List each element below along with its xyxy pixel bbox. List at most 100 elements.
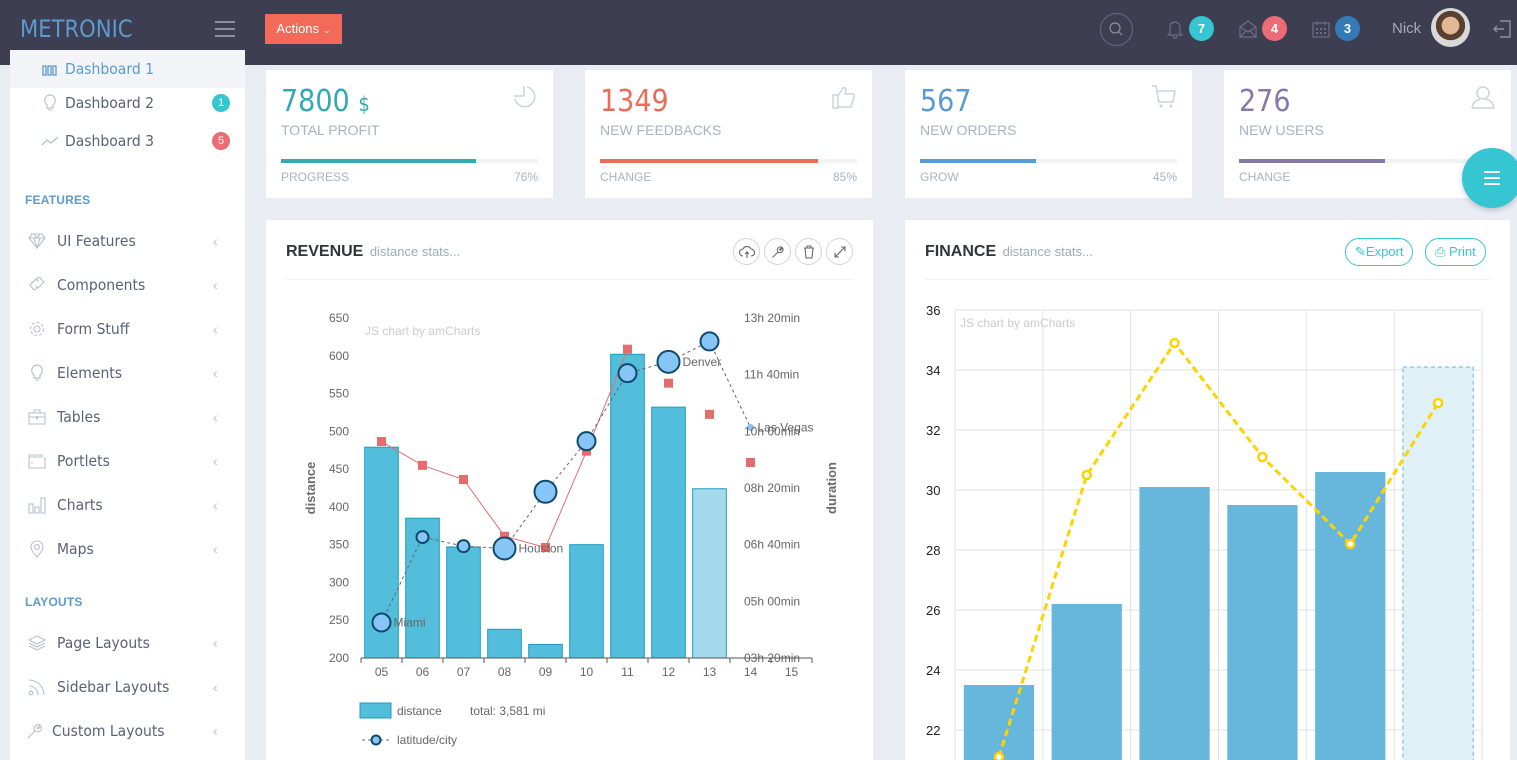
marker-duration[interactable] [459, 475, 468, 484]
search-button[interactable] [1100, 13, 1133, 46]
bar-distance[interactable] [651, 406, 686, 659]
stat-progress-bar [281, 159, 538, 163]
marker-duration[interactable] [377, 437, 386, 447]
sidebar-item-portlets[interactable]: Portlets ‹ [10, 442, 245, 480]
bar[interactable] [1315, 472, 1386, 760]
briefcase-icon [27, 407, 47, 427]
y2-tick-label: 11h 40min [744, 368, 799, 382]
quick-sidebar-toggle-button[interactable] [1462, 148, 1517, 208]
line-bullet[interactable] [1432, 397, 1444, 409]
bullet-city[interactable] [576, 431, 597, 452]
chevron-left-icon: ‹ [213, 723, 218, 739]
bar-distance[interactable] [446, 546, 481, 659]
x-tick-label: 12 [662, 665, 676, 679]
inbox-badge[interactable]: 4 [1262, 16, 1287, 41]
sidebar-item-components[interactable]: Components ‹ [10, 266, 245, 304]
sidebar-item-maps[interactable]: Maps ‹ [10, 530, 245, 568]
line-bullet[interactable] [1169, 337, 1180, 349]
sidebar-item-form-stuff[interactable]: Form Stuff ‹ [10, 310, 245, 348]
line-bullet[interactable] [1081, 469, 1092, 481]
sidebar-item-ui-features[interactable]: UI Features ‹ [10, 222, 245, 260]
sidebar-item-tables[interactable]: Tables ‹ [10, 398, 245, 436]
sidebar-item-dashboard-1[interactable]: Dashboard 1 [10, 50, 245, 88]
tasks-badge[interactable]: 3 [1335, 16, 1360, 41]
bullet-city[interactable] [456, 539, 471, 554]
stat-card-new-orders: 567 NEW ORDERS GROW 45% [905, 70, 1192, 198]
sidebar-item-custom-layouts[interactable]: Custom Layouts ‹ [10, 712, 245, 750]
bullet-city[interactable] [699, 331, 720, 352]
bar[interactable] [1227, 505, 1298, 760]
sidebar-item-label: Maps [57, 540, 94, 558]
legend-label-city[interactable]: latitude/city [397, 733, 457, 747]
bullet-city[interactable] [492, 536, 517, 561]
bar[interactable] [1051, 604, 1122, 760]
sidebar-item-label: Dashboard 2 [65, 94, 155, 112]
sidebar-item-label: Form Stuff [57, 320, 130, 338]
bar-distance[interactable] [692, 488, 727, 659]
bar[interactable] [963, 685, 1035, 760]
line-bullet[interactable] [993, 751, 1005, 760]
sidebar-item-sidebar-layouts[interactable]: Sidebar Layouts ‹ [10, 668, 245, 706]
stat-progress-fill [281, 159, 477, 163]
bar-distance[interactable] [610, 353, 645, 659]
bar-distance[interactable] [528, 643, 563, 659]
sidebar-toggle-button[interactable] [215, 21, 235, 37]
y-tick-label: 450 [329, 462, 349, 476]
bullet-city[interactable] [533, 479, 558, 504]
user-name[interactable]: Nick [1392, 20, 1421, 37]
logo[interactable]: METRONIC [20, 15, 133, 43]
bar-projected[interactable] [1402, 366, 1474, 760]
stat-caption: NEW FEEDBACKS [600, 122, 722, 138]
calendar-icon[interactable] [1312, 19, 1330, 39]
marker-duration[interactable] [664, 378, 673, 388]
stat-percent: 45% [1152, 170, 1177, 184]
finance-chart: JS chart by amCharts 22 24 26 28 30 32 34 36 [926, 303, 1483, 760]
sidebar-item-page-layouts[interactable]: Page Layouts ‹ [10, 624, 245, 662]
marker-duration[interactable] [418, 460, 427, 470]
line-bullet[interactable] [1257, 451, 1268, 463]
bullet-city[interactable] [656, 349, 681, 374]
sidebar-item-label: Portlets [57, 452, 110, 470]
bar-distance[interactable] [569, 544, 604, 659]
sidebar-item-dashboard-2[interactable]: Dashboard 2 1 [10, 84, 245, 122]
notifications-badge[interactable]: 7 [1189, 16, 1214, 41]
thumbs-up-icon [832, 86, 856, 109]
sidebar-item-charts[interactable]: Charts ‹ [10, 486, 245, 524]
finance-portlet: FINANCE distance stats... ✎Export ⎙ Prin… [905, 220, 1510, 760]
legend-swatch-distance [359, 702, 392, 719]
city-label: Miami [394, 615, 426, 629]
avatar[interactable] [1431, 8, 1470, 47]
bullet-city[interactable] [371, 612, 392, 633]
line-bullet[interactable] [1345, 538, 1356, 550]
bar[interactable] [1139, 487, 1210, 760]
sidebar-item-elements[interactable]: Elements ‹ [10, 354, 245, 392]
stat-value: 567 [920, 84, 972, 119]
y2-tick-label: 13h 20min [744, 311, 800, 325]
logout-icon[interactable] [1492, 19, 1512, 39]
y2-tick-label: 10h 00min [744, 424, 800, 438]
bell-icon[interactable] [1166, 19, 1184, 39]
bullet-city[interactable] [617, 363, 638, 384]
wallet-icon [27, 451, 47, 471]
marker-duration[interactable] [623, 344, 632, 354]
sidebar-badge: 5 [212, 132, 230, 150]
y-tick-label: 22 [926, 723, 940, 738]
marker-duration[interactable] [746, 458, 755, 467]
sidebar-badge: 1 [212, 94, 230, 112]
y2-tick-label: 06h 40min [744, 538, 800, 552]
chevron-left-icon: ‹ [213, 635, 218, 651]
marker-duration[interactable] [705, 409, 714, 419]
bullet-city[interactable] [415, 530, 430, 545]
legend-label-distance[interactable]: distance [397, 704, 442, 718]
y-tick-label: 24 [926, 663, 940, 678]
city-label: Houston [519, 541, 564, 555]
bar-distance[interactable] [487, 628, 522, 659]
actions-dropdown-button[interactable]: Actions ⌄ [265, 14, 342, 44]
y-tick-label: 550 [329, 387, 349, 401]
actions-label: Actions [276, 21, 320, 36]
stat-progress-fill [600, 159, 819, 163]
revenue-portlet: REVENUE distance stats... JS chart by am… [266, 220, 873, 760]
envelope-icon[interactable] [1239, 19, 1257, 39]
x-tick-label: 13 [703, 665, 717, 679]
sidebar-item-dashboard-3[interactable]: Dashboard 3 5 [10, 122, 245, 160]
